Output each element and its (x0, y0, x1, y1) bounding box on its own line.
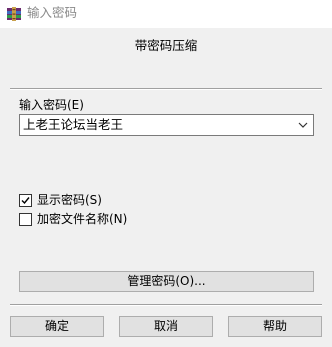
header-divider (10, 88, 322, 90)
encrypt-names-label: 加密文件名称(N) (37, 212, 128, 226)
ok-button[interactable]: 确定 (10, 316, 104, 337)
encrypt-names-option[interactable]: 加密文件名称(N) (19, 211, 127, 227)
show-password-checkbox[interactable] (19, 193, 32, 207)
dialog-header: 带密码压缩 (134, 38, 198, 53)
checkmark-icon (21, 196, 30, 204)
manage-passwords-button[interactable]: 管理密码(O)... (19, 271, 314, 292)
footer-divider (10, 304, 322, 306)
password-combobox[interactable]: 上老王论坛当老王 (19, 114, 314, 136)
show-password-option[interactable]: 显示密码(S) (19, 192, 102, 208)
password-label: 输入密码(E) (19, 98, 84, 112)
show-password-label: 显示密码(S) (37, 193, 102, 207)
password-value: 上老王论坛当老王 (23, 117, 124, 132)
title-bar: 输入密码 (0, 0, 332, 28)
help-button[interactable]: 帮助 (228, 316, 322, 337)
chevron-down-icon[interactable] (298, 121, 308, 129)
cancel-button[interactable]: 取消 (119, 316, 213, 337)
window-title: 输入密码 (27, 5, 78, 20)
winrar-books-icon (7, 7, 21, 21)
encrypt-names-checkbox[interactable] (19, 212, 32, 226)
